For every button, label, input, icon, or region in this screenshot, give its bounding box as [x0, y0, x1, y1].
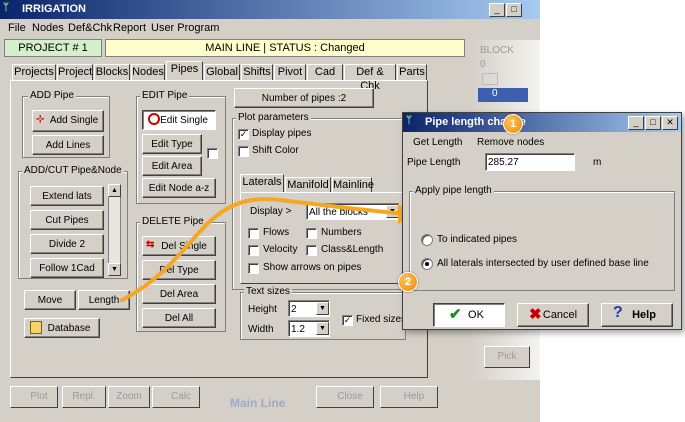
all-laterals-label: All laterals intersected by user defined…	[437, 258, 649, 269]
callout-badge-1: 1	[503, 114, 523, 134]
to-indicated-radio[interactable]	[421, 234, 433, 246]
dialog-maximize-button[interactable]: □	[645, 116, 661, 130]
remove-nodes-option[interactable]: Remove nodes	[477, 137, 544, 148]
dialog-icon: ᛘ	[406, 115, 412, 126]
get-length-option[interactable]: Get Length	[413, 137, 462, 148]
dialog-close-icon[interactable]: ✕	[662, 116, 678, 130]
to-indicated-label: To indicated pipes	[437, 234, 518, 245]
cancel-label: Cancel	[542, 309, 578, 321]
ok-label: OK	[468, 309, 484, 321]
cancel-button[interactable]: Cancel	[517, 303, 589, 327]
dialog-minimize-button[interactable]: _	[628, 116, 644, 130]
pipe-length-label: Pipe Length	[407, 157, 461, 168]
checkmark-icon: ✔	[449, 306, 462, 323]
unit-label: m	[593, 157, 602, 168]
callout-badge-2: 2	[398, 272, 418, 292]
help-button[interactable]: Help	[601, 303, 673, 327]
apply-length-title: Apply pipe length	[413, 185, 494, 196]
pipe-length-dialog: Pipe length change ᛘ _ □ ✕ Get Length Re…	[402, 112, 682, 330]
pipe-length-input[interactable]: 285.27	[485, 153, 575, 171]
help-question-icon: ?	[613, 304, 623, 321]
help-label: Help	[632, 309, 656, 321]
cancel-x-icon: ✖	[529, 306, 542, 323]
ok-button[interactable]: OK	[433, 303, 505, 327]
all-laterals-radio[interactable]	[421, 258, 433, 270]
